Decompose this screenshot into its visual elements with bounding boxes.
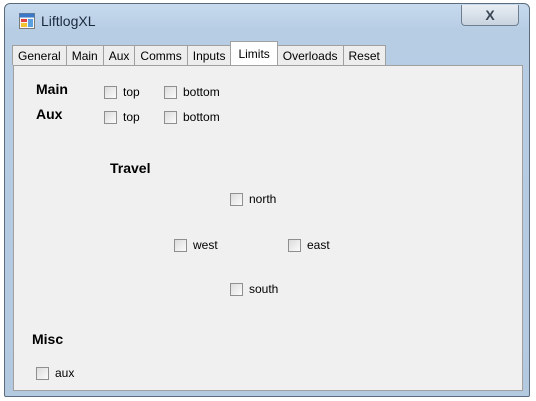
checkbox-box[interactable] [104, 110, 117, 124]
tab-limits[interactable]: Limits [230, 41, 278, 65]
tab-main[interactable]: Main [65, 45, 104, 65]
checkbox-label: south [249, 282, 279, 296]
checkbox-label: top [123, 110, 140, 124]
aux-section-label: Aux [36, 106, 63, 122]
travel-north-checkbox[interactable]: north [230, 192, 276, 206]
checkbox-box[interactable] [104, 85, 117, 99]
close-button[interactable]: X [461, 5, 519, 26]
checkbox-label: north [249, 192, 277, 206]
checkbox-label: top [123, 85, 140, 99]
main-top-checkbox[interactable]: top [104, 85, 140, 99]
close-icon: X [485, 7, 495, 23]
tab-general[interactable]: General [12, 45, 67, 65]
tab-aux[interactable]: Aux [102, 45, 136, 65]
tab-reset[interactable]: Reset [342, 45, 386, 65]
window-title: LiftlogXL [41, 13, 96, 29]
tab-strip: General Main Aux Comms Inputs Limits Ove… [12, 41, 386, 65]
main-bottom-checkbox[interactable]: bottom [164, 85, 220, 99]
travel-south-checkbox[interactable]: south [230, 282, 278, 296]
checkbox-label: west [193, 238, 218, 252]
main-section-label: Main [36, 81, 68, 97]
checkbox-label: bottom [183, 85, 220, 99]
checkbox-box[interactable] [230, 192, 243, 206]
title-bar: LiftlogXL X [5, 4, 529, 38]
checkbox-box[interactable] [36, 366, 49, 380]
checkbox-box[interactable] [164, 110, 177, 124]
travel-east-checkbox[interactable]: east [288, 238, 330, 252]
checkbox-label: bottom [183, 110, 220, 124]
limits-tab-page: Main top bottom Aux top bottom Travel no… [13, 65, 523, 391]
checkbox-box[interactable] [174, 238, 187, 252]
checkbox-label: aux [55, 366, 75, 380]
travel-west-checkbox[interactable]: west [174, 238, 218, 252]
tab-overloads[interactable]: Overloads [276, 45, 344, 65]
app-window-icon [19, 13, 35, 29]
aux-top-checkbox[interactable]: top [104, 110, 140, 124]
tab-inputs[interactable]: Inputs [186, 45, 232, 65]
tab-comms[interactable]: Comms [134, 45, 188, 65]
travel-section-label: Travel [110, 160, 151, 176]
checkbox-label: east [307, 238, 330, 252]
checkbox-box[interactable] [164, 85, 177, 99]
checkbox-box[interactable] [230, 282, 243, 296]
checkbox-box[interactable] [288, 238, 301, 252]
misc-section-label: Misc [32, 331, 64, 347]
misc-aux-checkbox[interactable]: aux [36, 366, 74, 380]
aux-bottom-checkbox[interactable]: bottom [164, 110, 220, 124]
